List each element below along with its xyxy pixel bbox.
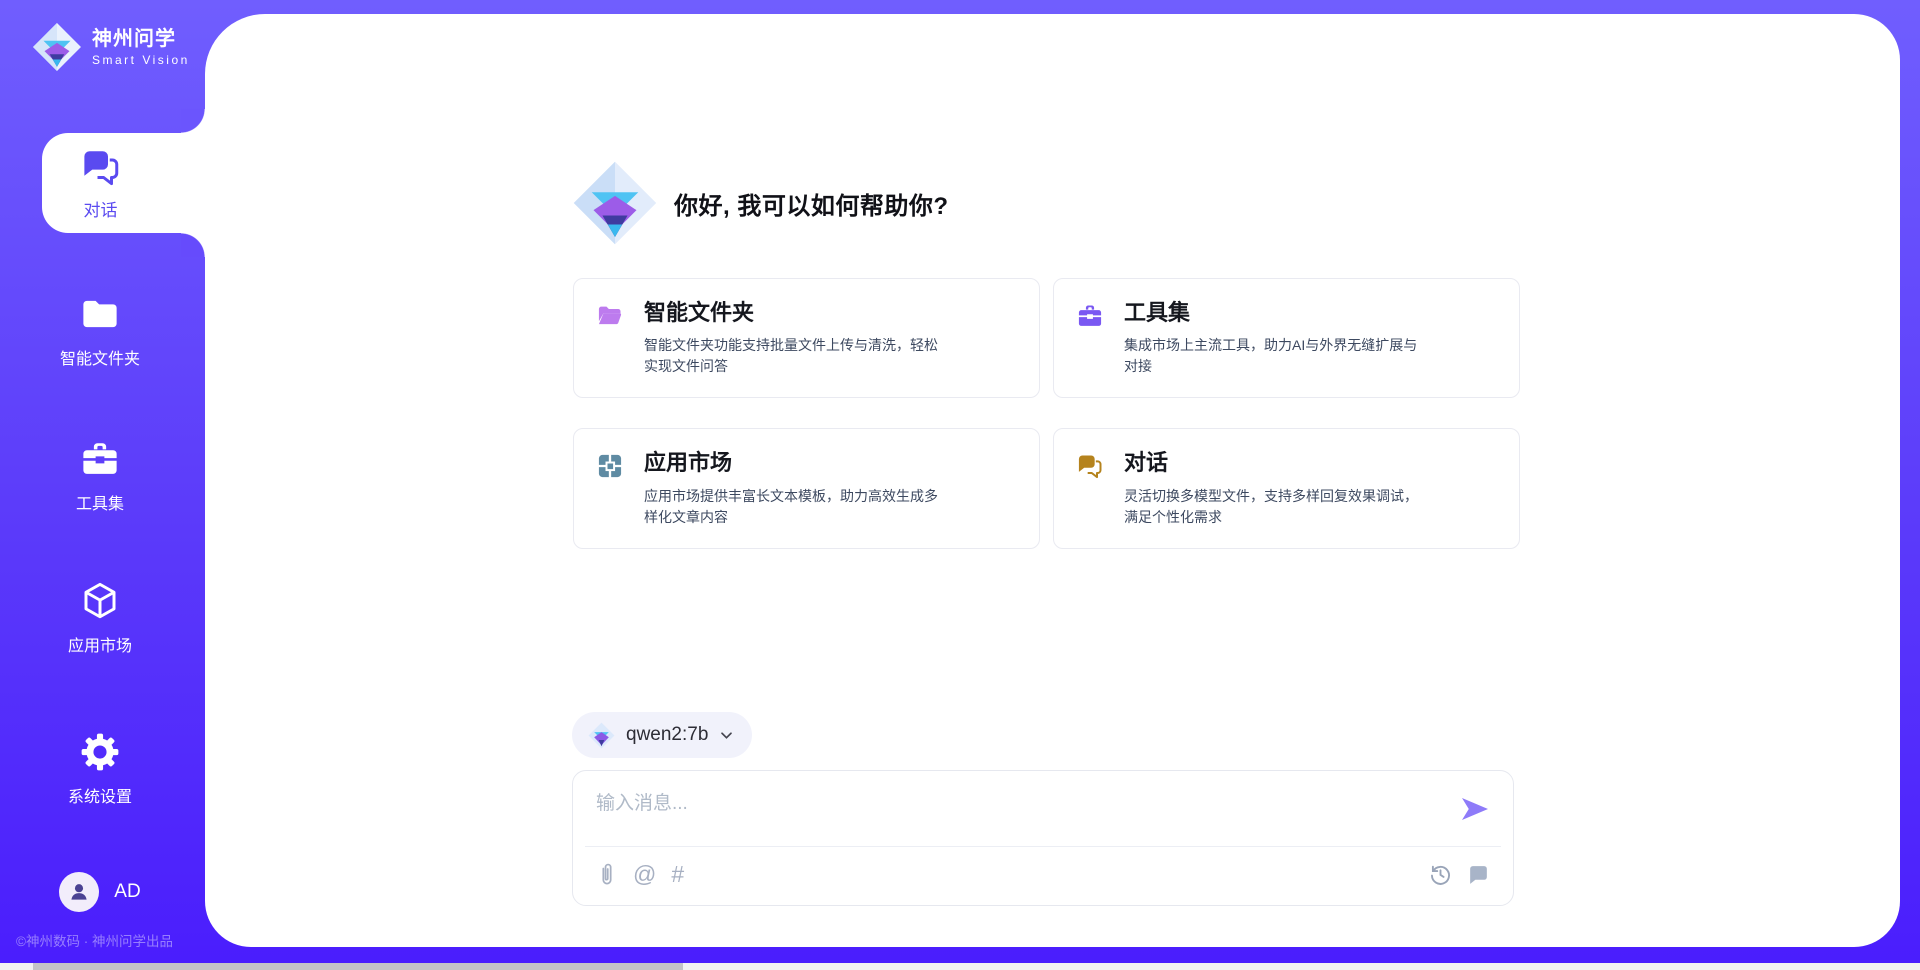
sidebar-item-settings[interactable]: 系统设置 <box>0 731 200 807</box>
card-description: 智能文件夹功能支持批量文件上传与清洗，轻松实现文件问答 <box>644 335 946 377</box>
brand-subtitle: Smart Vision <box>92 53 190 67</box>
greeting: 你好, 我可以如何帮助你? <box>572 160 949 246</box>
card-description: 集成市场上主流工具，助力AI与外界无缝扩展与对接 <box>1124 335 1426 377</box>
toolbox-icon <box>79 438 121 480</box>
horizontal-scrollbar <box>0 963 1920 970</box>
card-app-market[interactable]: 应用市场 应用市场提供丰富长文本模板，助力高效生成多样化文章内容 <box>573 428 1040 548</box>
user-initials: AD <box>114 881 140 903</box>
sidebar-item-label: 系统设置 <box>68 783 132 807</box>
tab-notch-bottom <box>181 233 205 257</box>
sidebar-item-label: 应用市场 <box>68 632 132 656</box>
card-description: 灵活切换多模型文件，支持多样回复效果调试，满足个性化需求 <box>1124 486 1426 528</box>
sidebar-item-label: 智能文件夹 <box>60 345 140 369</box>
app-window: 神州问学 Smart Vision 对话 智能文件夹 <box>0 0 1920 970</box>
sidebar-item-chat[interactable]: 对话 <box>42 133 205 233</box>
card-title: 工具集 <box>1124 300 1426 326</box>
composer-right-tools <box>1428 862 1491 887</box>
history-icon[interactable] <box>1428 862 1453 887</box>
tab-notch-top <box>181 109 205 133</box>
folder-icon <box>79 293 121 335</box>
toolbox-icon <box>1076 302 1104 330</box>
chevron-down-icon <box>719 728 734 743</box>
cube-icon <box>79 580 121 622</box>
grid-icon <box>596 452 624 480</box>
card-title: 智能文件夹 <box>644 300 946 326</box>
card-title: 对话 <box>1124 450 1426 476</box>
card-chat[interactable]: 对话 灵活切换多模型文件，支持多样回复效果调试，满足个性化需求 <box>1053 428 1520 548</box>
composer-divider <box>585 846 1501 847</box>
greeting-text: 你好, 我可以如何帮助你? <box>674 186 949 221</box>
sidebar-item-label: 对话 <box>84 196 118 221</box>
sidebar-item-label: 工具集 <box>76 490 124 514</box>
sidebar-item-app-market[interactable]: 应用市场 <box>0 580 200 656</box>
card-smart-folder[interactable]: 智能文件夹 智能文件夹功能支持批量文件上传与清洗，轻松实现文件问答 <box>573 278 1040 398</box>
feature-cards: 智能文件夹 智能文件夹功能支持批量文件上传与清洗，轻松实现文件问答 工具集 集成… <box>573 278 1520 549</box>
chat-icon <box>80 146 122 188</box>
gear-icon <box>79 731 121 773</box>
card-toolset[interactable]: 工具集 集成市场上主流工具，助力AI与外界无缝扩展与对接 <box>1053 278 1520 398</box>
at-icon[interactable]: @ <box>633 863 656 886</box>
card-description: 应用市场提供丰富长文本模板，助力高效生成多样化文章内容 <box>644 486 946 528</box>
sidebar-item-toolset[interactable]: 工具集 <box>0 438 200 514</box>
brand-name: 神州问学 <box>92 28 190 50</box>
hash-icon[interactable]: # <box>671 863 684 886</box>
user-menu[interactable]: AD <box>0 872 200 912</box>
model-name: qwen2:7b <box>626 724 708 746</box>
folder-open-icon <box>596 302 624 330</box>
sidebar-item-smart-folder[interactable]: 智能文件夹 <box>0 293 200 369</box>
card-title: 应用市场 <box>644 450 946 476</box>
comment-icon[interactable] <box>1466 862 1491 887</box>
scrollbar-thumb[interactable] <box>33 963 683 970</box>
message-composer: @ # <box>572 770 1514 906</box>
brand-diamond-icon <box>32 22 82 72</box>
message-input[interactable] <box>573 771 1513 841</box>
copyright-footer: ©神州数码 · 神州问学出品 <box>16 930 173 950</box>
brand-diamond-icon <box>588 722 615 749</box>
greeting-logo-icon <box>572 160 658 246</box>
brand-logo: 神州问学 Smart Vision <box>32 22 190 72</box>
chat-icon <box>1076 452 1104 480</box>
model-selector[interactable]: qwen2:7b <box>572 712 752 758</box>
avatar <box>59 872 99 912</box>
paperclip-icon[interactable] <box>596 861 618 887</box>
composer-toolbar: @ # <box>596 861 1491 887</box>
